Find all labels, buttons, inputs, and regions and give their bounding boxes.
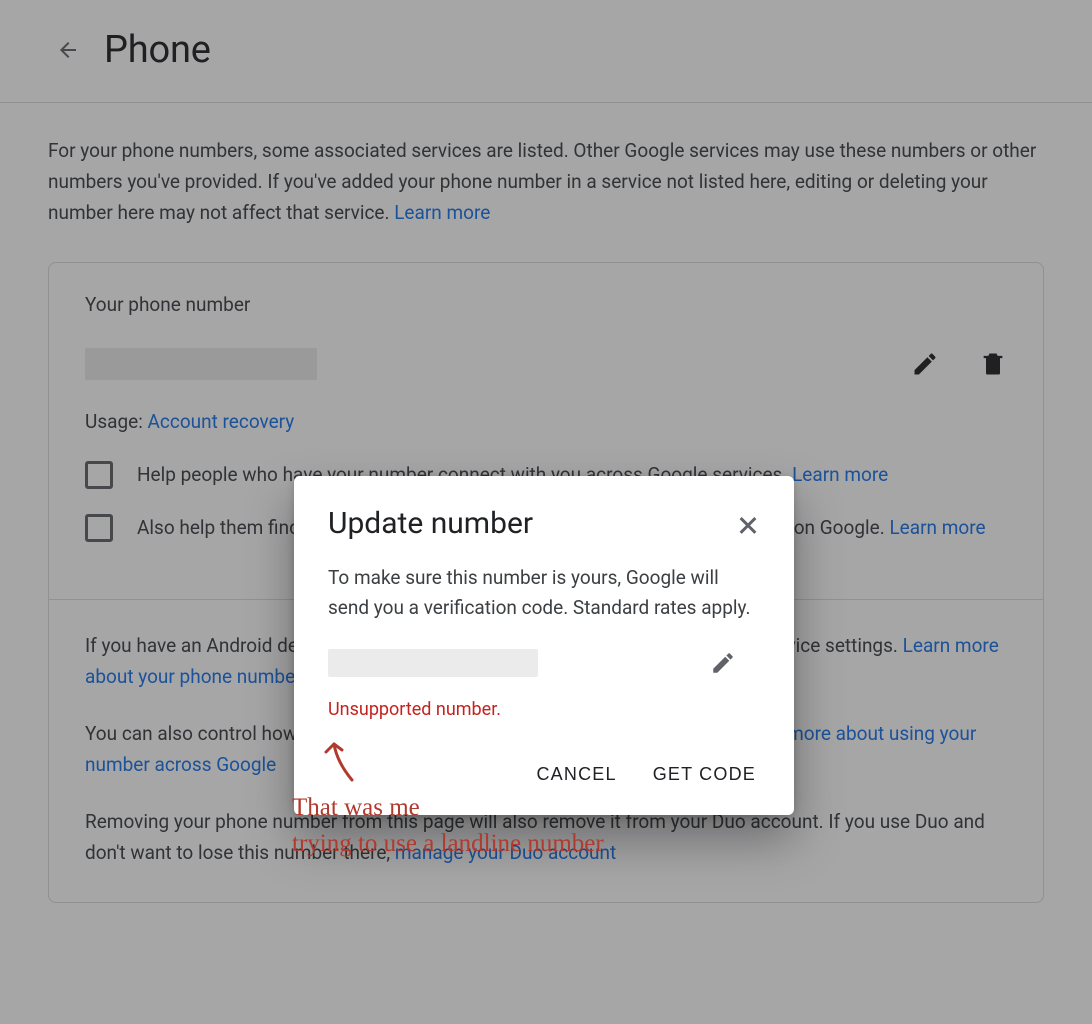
dialog-header: Update number [328,506,760,541]
delete-phone-button[interactable] [979,350,1007,378]
dialog-close-button[interactable] [736,512,760,536]
duo-manage-link[interactable]: manage your Duo account [395,841,616,864]
dialog-number-redacted [328,649,538,677]
phone-number-actions [911,350,1007,378]
back-button[interactable] [52,34,84,66]
phone-number-redacted [85,348,317,380]
arrow-left-icon [56,38,80,62]
page-header: Phone [0,0,1092,103]
option2-checkbox[interactable] [85,514,113,542]
cancel-button[interactable]: CANCEL [532,758,620,791]
dialog-error-text: Unsupported number. [328,699,760,720]
phone-number-row [85,348,1007,380]
phone-card-heading: Your phone number [85,293,1007,316]
get-code-button[interactable]: GET CODE [649,758,760,791]
trash-icon [979,350,1007,378]
pencil-icon [710,650,736,676]
duo-paragraph: Removing your phone number from this pag… [85,806,1007,868]
dialog-number-row [328,649,760,677]
dialog-title: Update number [328,506,533,541]
intro-text: For your phone numbers, some associated … [48,139,1036,224]
option1-checkbox[interactable] [85,461,113,489]
edit-phone-button[interactable] [911,350,939,378]
usage-line: Usage: Account recovery [85,410,1007,433]
page-title: Phone [104,28,211,72]
usage-link[interactable]: Account recovery [148,410,295,433]
pencil-icon [911,350,939,378]
intro-paragraph: For your phone numbers, some associated … [48,135,1044,228]
dialog-actions: CANCEL GET CODE [328,758,760,791]
dialog-edit-number-button[interactable] [710,650,736,676]
option2-learn-more-link[interactable]: Learn more [889,516,985,539]
usage-label: Usage: [85,410,148,433]
option1-learn-more-link[interactable]: Learn more [792,463,888,486]
close-icon [736,512,760,536]
intro-learn-more-link[interactable]: Learn more [394,201,490,224]
dialog-body-text: To make sure this number is yours, Googl… [328,563,760,623]
update-number-dialog: Update number To make sure this number i… [294,476,794,815]
